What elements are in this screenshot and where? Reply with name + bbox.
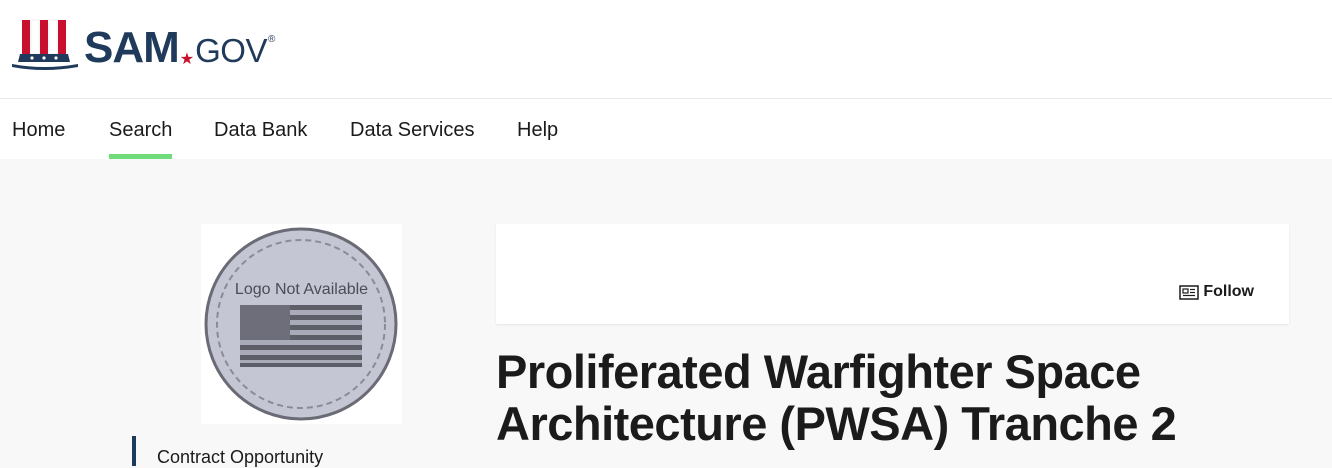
site-header: SAM ★ GOV ® xyxy=(0,0,1332,99)
side-nav-indicator xyxy=(132,436,136,466)
nav-item-data-bank[interactable]: Data Bank xyxy=(214,99,307,159)
nav-item-help[interactable]: Help xyxy=(517,99,558,159)
nav-item-data-services[interactable]: Data Services xyxy=(350,99,475,159)
sam-gov-logo[interactable]: SAM ★ GOV ® xyxy=(12,18,275,70)
actions-card: Follow xyxy=(496,224,1289,324)
follow-button[interactable]: Follow xyxy=(1179,283,1254,301)
newspaper-icon xyxy=(1179,284,1200,300)
star-icon: ★ xyxy=(179,51,195,68)
nav-item-search[interactable]: Search xyxy=(109,99,173,159)
us-flag-seal-icon xyxy=(204,227,398,421)
registered-mark: ® xyxy=(267,34,276,45)
nav-item-home[interactable]: Home xyxy=(12,99,65,159)
agency-logo-card: Logo Not Available xyxy=(201,224,402,424)
primary-nav: Home Search Data Bank Data Services Help xyxy=(0,99,1332,159)
logo-sam-text: SAM xyxy=(84,23,180,72)
uncle-sam-hat-icon xyxy=(12,19,78,70)
logo-gov-text: GOV xyxy=(195,32,267,69)
logo-placeholder-text: Logo Not Available xyxy=(234,281,369,298)
side-nav-item-contract-opportunity[interactable]: Contract Opportunity xyxy=(157,447,323,468)
logo-wordmark: SAM ★ GOV ® xyxy=(84,26,275,70)
page-title: Proliferated Warfighter Space Architectu… xyxy=(496,345,1177,450)
follow-label: Follow xyxy=(1203,283,1254,300)
